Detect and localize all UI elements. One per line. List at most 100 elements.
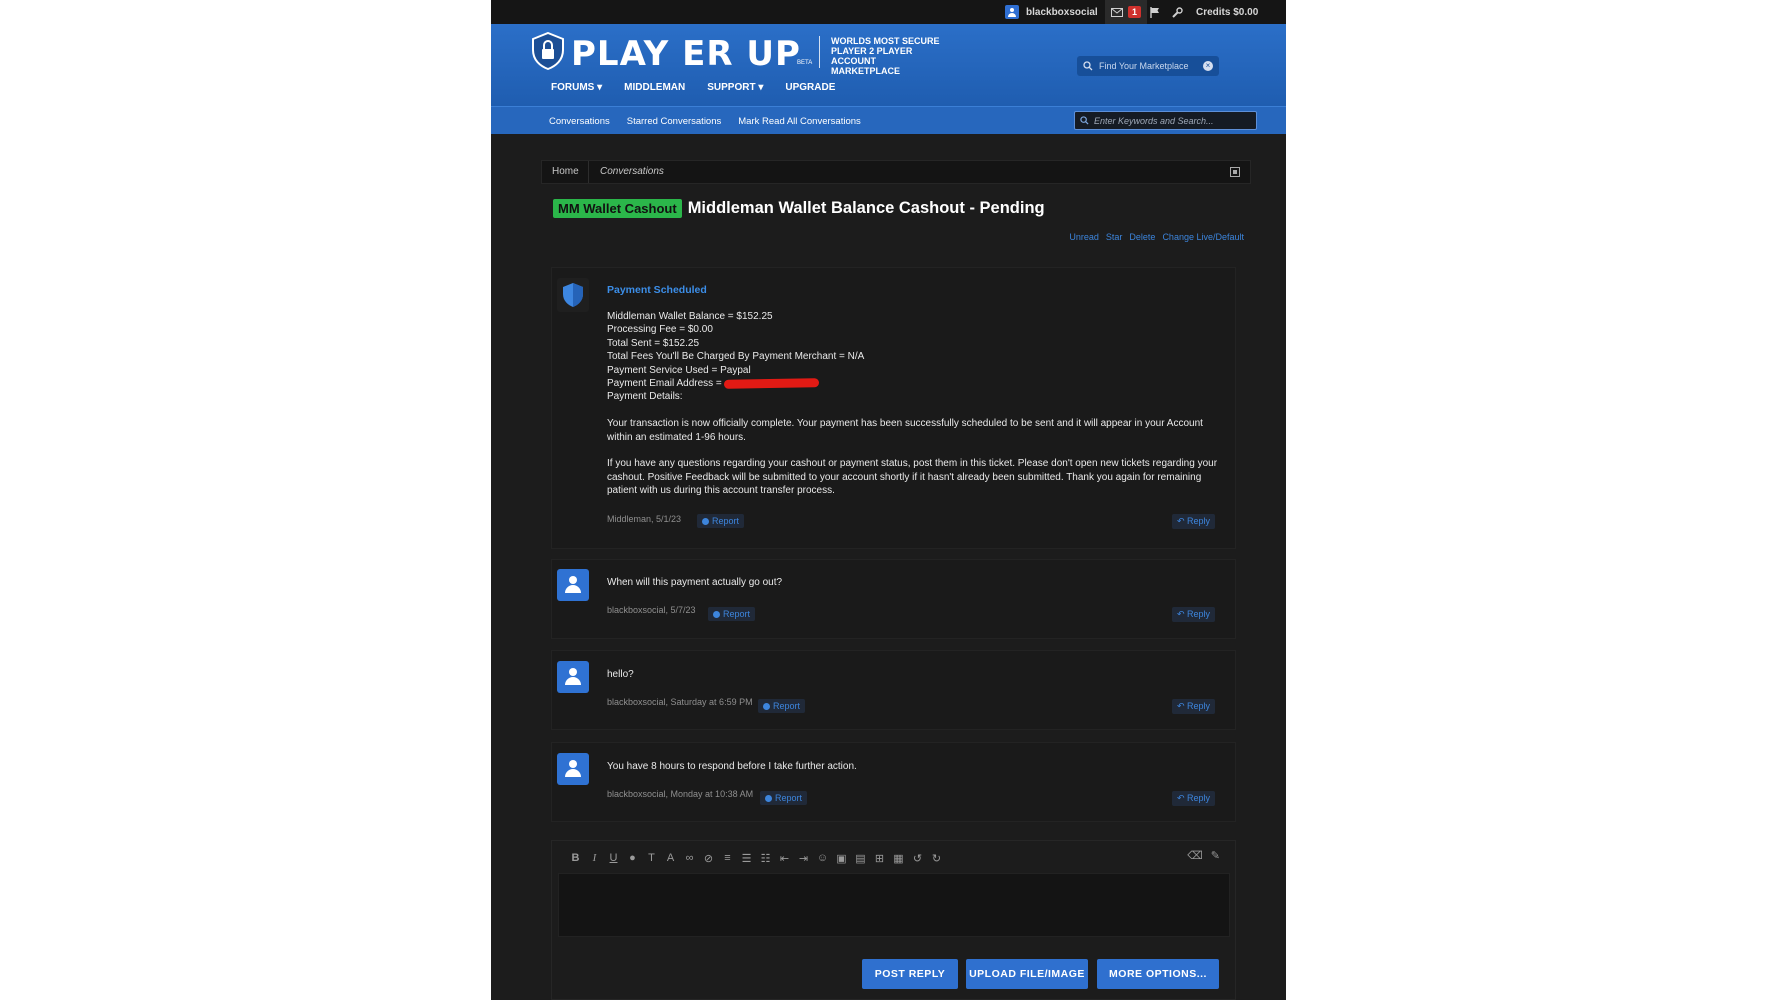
site-tagline: WORLDS MOST SECURE PLAYER 2 PLAYER ACCOU… <box>831 36 940 76</box>
subnav-starred-conversations[interactable]: Starred Conversations <box>627 116 722 127</box>
action-delete[interactable]: Delete <box>1129 232 1155 242</box>
marketplace-search-placeholder: Find Your Marketplace <box>1099 61 1189 71</box>
wrench-icon[interactable]: ✎ <box>1211 849 1220 862</box>
font-family-icon[interactable]: A <box>661 852 680 864</box>
breadcrumb-separator <box>588 161 589 183</box>
post-body: hello? <box>607 669 634 680</box>
post-line: Processing Fee = $0.00 <box>607 324 713 336</box>
reply-button[interactable]: ↶ Reply <box>1171 791 1215 806</box>
align-icon[interactable]: ≡ <box>718 852 737 864</box>
credits-link[interactable]: Credits $0.00 <box>1196 0 1258 24</box>
report-button[interactable]: Report <box>760 791 808 805</box>
logo-beta-label: BETA <box>797 60 813 66</box>
more-options-button[interactable]: MORE OPTIONS... <box>1097 959 1219 989</box>
report-label: Report <box>712 516 740 526</box>
undo-icon[interactable]: ↺ <box>908 852 927 865</box>
upload-file-button[interactable]: UPLOAD FILE/IMAGE <box>966 959 1088 989</box>
thread-title-row: MM Wallet Cashout Middleman Wallet Balan… <box>553 197 1045 219</box>
info-icon <box>763 702 770 710</box>
nav-upgrade[interactable]: UPGRADE <box>785 78 835 98</box>
site-header: PLAY ER UP BETA WORLDS MOST SECURE PLAYE… <box>491 24 1286 106</box>
alerts-button[interactable] <box>1150 0 1160 24</box>
clear-icon[interactable]: × <box>1203 61 1213 71</box>
reply-button[interactable]: ↶ Reply <box>1171 699 1215 714</box>
post-line: Total Sent = $152.25 <box>607 337 700 349</box>
underline-icon[interactable]: U <box>604 852 623 864</box>
keyword-search-placeholder: Enter Keywords and Search... <box>1094 115 1214 126</box>
indent-icon[interactable]: ⇥ <box>794 852 813 865</box>
nav-middleman[interactable]: MIDDLEMAN <box>624 78 685 98</box>
shield-lock-icon <box>532 32 564 70</box>
post-meta: blackboxsocial, Saturday at 6:59 PM <box>607 697 753 707</box>
keyword-search-input[interactable]: Enter Keywords and Search... <box>1074 111 1257 130</box>
subnav-conversations[interactable]: Conversations <box>549 116 610 127</box>
action-star[interactable]: Star <box>1106 232 1123 242</box>
user-avatar[interactable] <box>557 753 589 785</box>
report-button[interactable]: Report <box>758 699 806 713</box>
user-avatar-icon <box>1005 5 1019 19</box>
reply-button[interactable]: ↶ Reply <box>1171 607 1215 622</box>
site-logo[interactable]: PLAY ER UP <box>571 34 801 74</box>
color-icon[interactable]: ● <box>623 852 642 864</box>
redo-icon[interactable]: ↻ <box>927 852 946 865</box>
reply-label: Reply <box>1186 701 1210 711</box>
message-textarea[interactable] <box>558 873 1230 937</box>
image-icon[interactable]: ▣ <box>832 852 851 865</box>
post-heading: Payment Scheduled <box>607 284 707 296</box>
bullet-list-icon[interactable]: ☰ <box>737 852 756 865</box>
user-avatar[interactable] <box>557 569 589 601</box>
action-unread[interactable]: Unread <box>1069 232 1099 242</box>
numbered-list-icon[interactable]: ☷ <box>756 852 775 865</box>
report-button[interactable]: Report <box>708 607 756 621</box>
smilie-icon[interactable]: ☺ <box>813 852 832 864</box>
wrench-icon <box>1172 6 1183 18</box>
tools-button[interactable] <box>1172 0 1183 24</box>
search-icon <box>1083 61 1093 71</box>
main-nav: FORUMS ▾ MIDDLEMAN SUPPORT ▾ UPGRADE <box>551 78 835 98</box>
user-avatar[interactable] <box>557 661 589 693</box>
reply-button[interactable]: ↶ Reply <box>1171 514 1215 529</box>
post-body: You have 8 hours to respond before I tak… <box>607 761 857 772</box>
page-title: Middleman Wallet Balance Cashout - Pendi… <box>687 198 1045 217</box>
media-icon[interactable]: ▤ <box>851 852 870 865</box>
info-icon <box>702 517 709 525</box>
post-meta: blackboxsocial, 5/7/23 <box>607 605 696 615</box>
search-icon <box>1080 116 1089 125</box>
bold-icon[interactable]: B <box>566 852 585 864</box>
breadcrumb-home[interactable]: Home <box>552 161 579 183</box>
save-draft-icon[interactable]: ▦ <box>889 852 908 865</box>
remove-format-icon[interactable]: ⌫ <box>1187 849 1203 862</box>
username: blackboxsocial <box>1026 6 1098 18</box>
post-reply-button[interactable]: POST REPLY <box>862 959 958 989</box>
reply-label: Reply <box>1186 516 1210 526</box>
collapse-icon[interactable] <box>1230 167 1240 177</box>
action-change-live-default[interactable]: Change Live/Default <box>1162 232 1244 242</box>
outdent-icon[interactable]: ⇤ <box>775 852 794 865</box>
breadcrumb: Home Conversations <box>541 160 1251 184</box>
quote-icon[interactable]: ⊞ <box>870 852 889 865</box>
breadcrumb-conversations[interactable]: Conversations <box>600 161 664 183</box>
font-size-icon[interactable]: T <box>642 852 661 864</box>
link-icon[interactable]: ∞ <box>680 852 699 864</box>
thread-actions: Unread Star Delete Change Live/Default <box>1069 232 1244 242</box>
italic-icon[interactable]: I <box>585 852 604 864</box>
message-post: You have 8 hours to respond before I tak… <box>551 742 1236 822</box>
nav-forums[interactable]: FORUMS ▾ <box>551 78 602 98</box>
report-button[interactable]: Report <box>697 514 745 528</box>
subnav-mark-read-all[interactable]: Mark Read All Conversations <box>738 116 861 127</box>
reply-label: Reply <box>1186 793 1210 803</box>
unlink-icon[interactable]: ⊘ <box>699 852 718 865</box>
forum-page: blackboxsocial 1 Credits $0.00 PLAY ER U… <box>491 0 1286 1000</box>
user-menu[interactable]: blackboxsocial <box>1005 0 1098 24</box>
nav-support[interactable]: SUPPORT ▾ <box>707 78 763 98</box>
flag-icon <box>1150 6 1159 18</box>
post-meta: Middleman, 5/1/23 <box>607 514 682 524</box>
info-icon <box>765 794 772 802</box>
envelope-icon <box>1111 7 1123 17</box>
logo-divider <box>819 36 820 68</box>
inbox-count-badge: 1 <box>1128 6 1142 18</box>
inbox-button[interactable]: 1 <box>1105 0 1148 24</box>
marketplace-search[interactable]: Find Your Marketplace × <box>1077 56 1219 76</box>
post-meta: blackboxsocial, Monday at 10:38 AM <box>607 789 754 799</box>
message-post: When will this payment actually go out? … <box>551 559 1236 639</box>
